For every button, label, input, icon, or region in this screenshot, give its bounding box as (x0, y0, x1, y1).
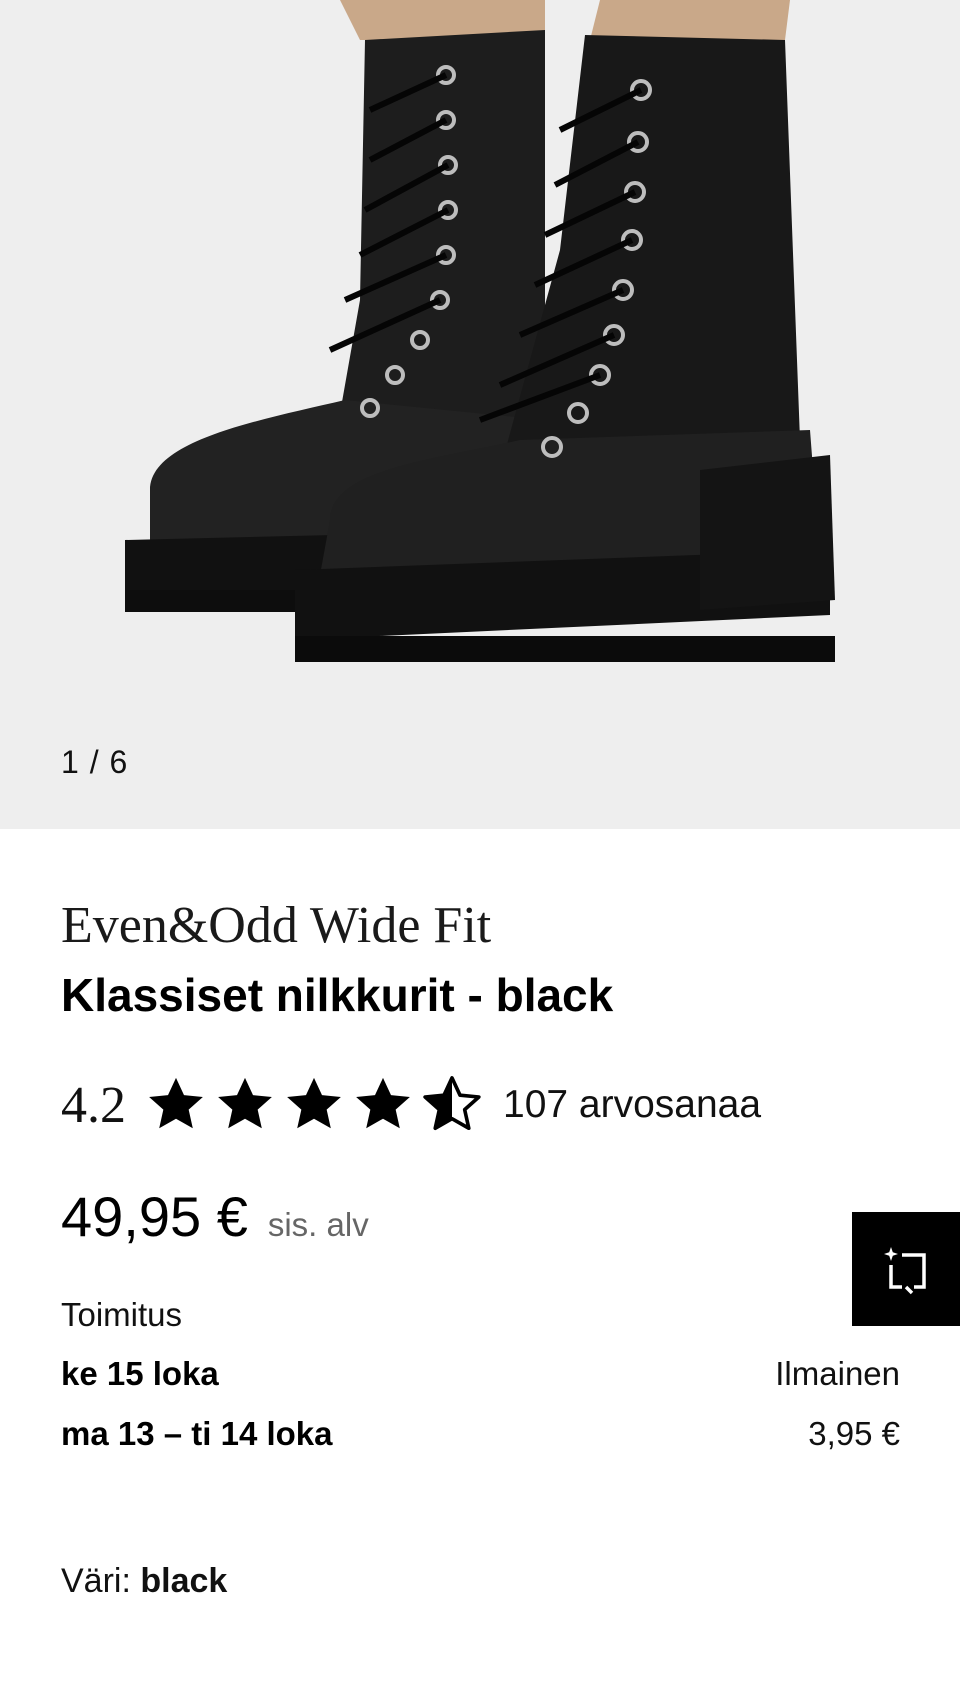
color-value: black (140, 1562, 228, 1600)
delivery-option: ma 13 – ti 14 loka 3,95 € (61, 1415, 900, 1453)
delivery-date: ke 15 loka (61, 1355, 219, 1392)
rating-count[interactable]: 107 arvosanaa (503, 1083, 761, 1127)
delivery-label: Toimitus (61, 1296, 183, 1333)
delivery-cost: 3,95 € (808, 1415, 900, 1452)
star-half-icon (423, 1076, 481, 1131)
star-full-icon (356, 1077, 410, 1129)
star-full-icon (149, 1077, 203, 1129)
product-photo (125, 0, 835, 662)
rating-stars (144, 1074, 489, 1136)
price-block: 49,95 € sis. alv (61, 1184, 369, 1249)
rating-summary[interactable]: 4.2 107 arvosanaa (61, 1070, 761, 1140)
product-title: Klassiset nilkkurit - black (61, 969, 614, 1021)
sparkle-crop-icon (884, 1247, 926, 1295)
delivery-option: ke 15 loka Ilmainen (61, 1355, 900, 1393)
product-image-gallery[interactable]: 1 / 6 (0, 0, 960, 829)
vat-note: sis. alv (267, 1206, 369, 1243)
color-label: Väri: (61, 1562, 131, 1600)
delivery-cost: Ilmainen (775, 1355, 900, 1392)
star-full-icon (218, 1077, 272, 1129)
image-counter: 1 / 6 (61, 744, 129, 780)
brand-name[interactable]: Even&Odd Wide Fit (61, 896, 491, 955)
sparkle-crop-button[interactable] (852, 1212, 960, 1326)
rating-value: 4.2 (61, 1076, 126, 1134)
star-full-icon (287, 1077, 341, 1129)
price: 49,95 € (61, 1185, 248, 1248)
color-selector[interactable]: Väri: black (61, 1562, 227, 1601)
delivery-date: ma 13 – ti 14 loka (61, 1415, 333, 1452)
